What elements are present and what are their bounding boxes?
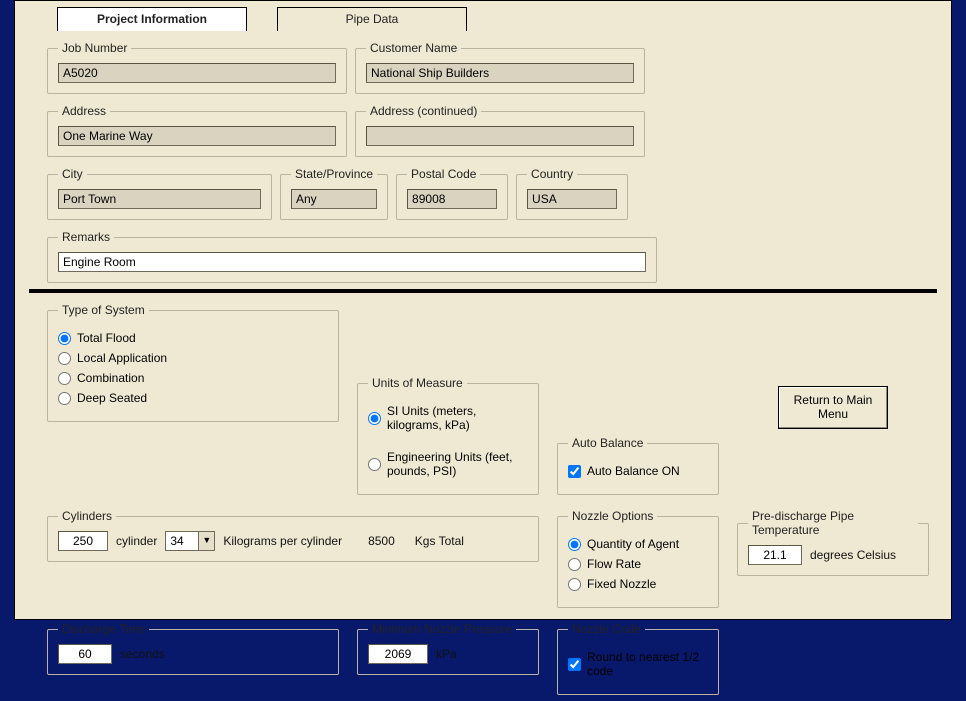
label-seconds: seconds (120, 647, 165, 661)
label-job-number: Job Number (58, 41, 131, 55)
label-type-of-system: Type of System (58, 303, 149, 317)
check-auto-balance-on[interactable]: Auto Balance ON (568, 464, 708, 478)
radio-fixed-nozzle[interactable]: Fixed Nozzle (568, 577, 708, 591)
label-units-of-measure: Units of Measure (368, 376, 467, 390)
state-input[interactable] (291, 189, 377, 209)
address-input[interactable] (58, 126, 336, 146)
tab-pipe-data[interactable]: Pipe Data (277, 7, 467, 31)
page-project-information: Job Number Customer Name Address Address… (25, 31, 941, 609)
chevron-down-icon[interactable]: ▼ (198, 532, 214, 550)
group-city: City (47, 167, 272, 220)
group-job-number: Job Number (47, 41, 347, 94)
group-nozzle-options: Nozzle Options Quantity of Agent Flow Ra… (557, 509, 719, 608)
radio-deep-seated[interactable]: Deep Seated (58, 391, 328, 405)
predischarge-temp-input[interactable] (748, 545, 802, 565)
main-window: Project Information Pipe Data Job Number… (14, 0, 952, 620)
label-kgs-total: Kgs Total (415, 534, 464, 548)
label-country: Country (527, 167, 577, 181)
group-units-of-measure: Units of Measure SI Units (meters, kilog… (357, 376, 539, 495)
min-nozzle-pressure-input[interactable] (368, 644, 428, 664)
label-nozzle-code: Nozzle Code (568, 622, 645, 636)
radio-engineering-units[interactable]: Engineering Units (feet, pounds, PSI) (368, 450, 528, 478)
label-state: State/Province (291, 167, 377, 181)
check-round-half-code[interactable]: Round to nearest 1/2 code (568, 650, 708, 678)
group-cylinders: Cylinders cylinder 34 ▼ Kilograms per cy… (47, 509, 539, 562)
group-predischarge-temp: Pre-discharge Pipe Temperature degrees C… (737, 509, 929, 576)
label-auto-balance: Auto Balance (568, 436, 647, 450)
city-input[interactable] (58, 189, 261, 209)
group-discharge-time: Discharge Time seconds (47, 622, 339, 675)
group-min-nozzle-pressure: Minimum Nozzle Pressure kPa (357, 622, 539, 675)
label-cylinders: Cylinders (58, 509, 116, 523)
address-continued-input[interactable] (366, 126, 634, 146)
label-city: City (58, 167, 87, 181)
kgs-total-value: 8500 (368, 534, 395, 548)
tab-project-information[interactable]: Project Information (57, 7, 247, 31)
group-auto-balance: Auto Balance Auto Balance ON (557, 436, 719, 495)
label-min-nozzle-pressure: Minimum Nozzle Pressure (368, 622, 516, 636)
postal-input[interactable] (407, 189, 497, 209)
group-customer-name: Customer Name (355, 41, 645, 94)
tab-bar: Project Information Pipe Data (57, 7, 467, 31)
remarks-input[interactable] (58, 252, 646, 272)
label-cylinder-word: cylinder (116, 534, 157, 548)
discharge-time-input[interactable] (58, 644, 112, 664)
group-type-of-system: Type of System Total Flood Local Applica… (47, 303, 339, 422)
group-nozzle-code: Nozzle Code Round to nearest 1/2 code (557, 622, 719, 695)
group-state: State/Province (280, 167, 388, 220)
radio-total-flood[interactable]: Total Flood (58, 331, 328, 345)
radio-local-application[interactable]: Local Application (58, 351, 328, 365)
label-customer-name: Customer Name (366, 41, 461, 55)
label-address: Address (58, 104, 110, 118)
group-remarks: Remarks (47, 230, 657, 283)
label-kpa: kPa (436, 647, 457, 661)
cylinders-count-input[interactable] (58, 531, 108, 551)
job-number-input[interactable] (58, 63, 336, 83)
customer-name-input[interactable] (366, 63, 634, 83)
radio-quantity-of-agent[interactable]: Quantity of Agent (568, 537, 708, 551)
label-discharge-time: Discharge Time (58, 622, 149, 636)
return-to-main-menu-button[interactable]: Return to Main Menu (778, 386, 888, 429)
group-postal: Postal Code (396, 167, 508, 220)
radio-si-units[interactable]: SI Units (meters, kilograms, kPa) (368, 404, 528, 432)
group-country: Country (516, 167, 628, 220)
label-predischarge: Pre-discharge Pipe Temperature (748, 509, 918, 537)
divider (29, 289, 937, 293)
label-postal: Postal Code (407, 167, 480, 181)
group-address-continued: Address (continued) (355, 104, 645, 157)
radio-combination[interactable]: Combination (58, 371, 328, 385)
label-address-continued: Address (continued) (366, 104, 481, 118)
label-remarks: Remarks (58, 230, 114, 244)
country-input[interactable] (527, 189, 617, 209)
label-degrees-c: degrees Celsius (810, 548, 896, 562)
label-kg-per-cyl: Kilograms per cylinder (223, 534, 342, 548)
kg-per-cylinder-select[interactable]: 34 ▼ (165, 531, 215, 551)
kg-per-cylinder-value: 34 (166, 532, 198, 550)
group-address: Address (47, 104, 347, 157)
label-nozzle-options: Nozzle Options (568, 509, 657, 523)
radio-flow-rate[interactable]: Flow Rate (568, 557, 708, 571)
